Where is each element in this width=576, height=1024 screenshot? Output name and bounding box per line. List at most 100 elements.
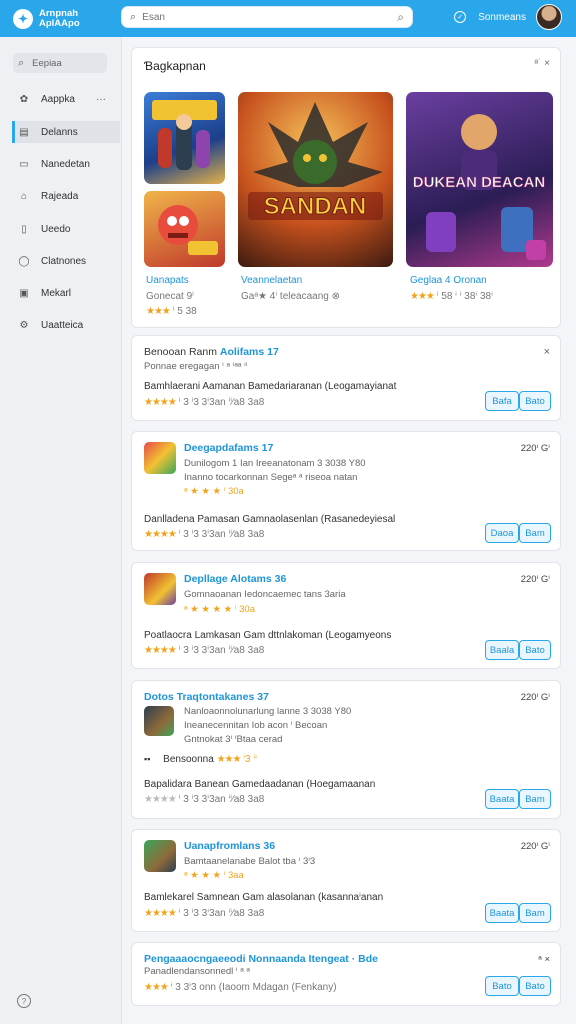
sidebar-item-delanns[interactable]: ▤ Delanns xyxy=(12,121,120,143)
notification-icon[interactable]: ✓ xyxy=(454,11,467,23)
card-body: Bamlekarel Samnean Gam alasolanan (kasan… xyxy=(144,892,384,903)
game-thumbnail[interactable] xyxy=(144,706,174,736)
card-line-2: ᵃ ★ ★ ★ ★ ⁱ 30a xyxy=(184,604,255,615)
action-button-1[interactable]: Baala xyxy=(485,640,519,660)
badge-icon: ⊗ xyxy=(331,291,341,302)
list-card[interactable]: Depllage Alotams 36 220ⁱ Gⁱ Gomnaoanan I… xyxy=(131,562,561,669)
action-button-1[interactable]: Baata xyxy=(485,903,519,923)
card-title: Benooan Ranm Aolifams 17 xyxy=(144,346,279,358)
tile-1-name[interactable]: Uanapats xyxy=(146,275,189,286)
list-card[interactable]: Pengaaaocngaeeodi Nonnaanda Itengeat · B… xyxy=(131,942,561,1006)
user-name[interactable]: Sonmeans xyxy=(478,12,526,23)
tile-1-sub: Gonecat 9ⁱ xyxy=(146,291,194,302)
avatar[interactable] xyxy=(536,4,562,30)
featured-controls[interactable]: ᵃ˙ × xyxy=(534,58,550,69)
brand[interactable]: ✦ Arnpnah AplAApo xyxy=(13,8,117,29)
game-thumbnail[interactable] xyxy=(144,840,176,872)
sidebar-search[interactable]: ⌕ Eepiaa xyxy=(13,53,107,73)
account-area: ✓ Sonmeans xyxy=(454,4,562,30)
card-date: 220ⁱ Gⁱ xyxy=(520,443,550,454)
action-button-2[interactable]: Bam xyxy=(519,523,551,543)
rating-stars: ★★★★ xyxy=(144,529,177,540)
rating-meta: ⁱ 3 ⁱ3 3ⁱ3an ⁱⁱ⁄a8 3a8 xyxy=(178,529,265,540)
action-button-1[interactable]: Daoa xyxy=(485,523,519,543)
sidebar-item-uaatteica[interactable]: ⚙ Uaatteica xyxy=(12,314,120,336)
action-button-1[interactable]: Bato xyxy=(485,976,519,996)
card-body: Bapalidara Banean Gamedaadanan (Hoegamaa… xyxy=(144,779,376,790)
game-tile-featured[interactable]: SANDAN xyxy=(238,92,393,267)
sidebar-item-nanedetan[interactable]: ▭ Nanedetan xyxy=(12,153,120,175)
action-button-2[interactable]: Bato xyxy=(519,391,551,411)
rating-meta: ⁱ 3 ⁱ3 3ⁱ3an ⁱⁱ⁄a8 3a8 xyxy=(178,397,265,408)
rating-stars: ★★★ xyxy=(144,982,169,993)
game-tile-small-1[interactable] xyxy=(144,92,225,184)
sidebar: ⌕ Eepiaa ✿ Aappka ··· ▤ Delanns ▭ Nanede… xyxy=(0,37,122,1024)
card-rating: ★★★★ ⁱ 3 ⁱ3 3ⁱ3an ⁱⁱ⁄a8 3a8 xyxy=(144,529,264,540)
tile-2-name[interactable]: Veannelaetan xyxy=(241,275,302,286)
app-store-logo-icon: ✦ xyxy=(13,8,33,29)
more-icon[interactable]: ··· xyxy=(96,94,106,105)
card-title-link[interactable]: Traqtontakanes 37 xyxy=(177,691,269,703)
card-line-1: Nanloaonnolunarlung lanne 3 3038 Y80 xyxy=(184,706,352,717)
sidebar-item-mekarl[interactable]: ▣ Mekarl xyxy=(12,282,120,304)
card-title: Pengaaaocngaeeodi Nonnaanda Itengeat · B… xyxy=(144,953,378,965)
rating-count: ⁱ 5 38 xyxy=(172,306,197,317)
card-title[interactable]: Depllage Alotams 36 xyxy=(184,573,286,585)
action-button-1[interactable]: Bafa xyxy=(485,391,519,411)
game-tile-3[interactable]: DUKEAN DEACAN xyxy=(406,92,553,267)
card-title[interactable]: Deegapdafams 17 xyxy=(184,442,273,454)
tablet-icon: ▯ xyxy=(21,223,27,235)
list-card[interactable]: Dotos Traqtontakanes 37 220ⁱ Gⁱ Nanloaon… xyxy=(131,680,561,819)
sidebar-item-label: Uaatteica xyxy=(41,319,84,331)
sidebar-item-label: Nanedetan xyxy=(41,158,90,170)
card-title-prefix: Dotos xyxy=(144,691,174,703)
game-thumbnail[interactable] xyxy=(144,573,176,605)
card-title-link[interactable]: Aolifams 17 xyxy=(220,346,279,358)
card-title-suffix: · Bde xyxy=(351,953,378,965)
sidebar-item-label: Rajeada xyxy=(41,190,79,202)
card-title-prefix: Benooan Ranm xyxy=(144,346,217,358)
game-tile-small-2[interactable] xyxy=(144,191,225,267)
sidebar-item-label: Clatnones xyxy=(41,255,87,267)
sidebar-item-rajeada[interactable]: ⌂ Rajeada xyxy=(12,185,120,207)
action-button-2[interactable]: Bam xyxy=(519,903,551,923)
action-button-2[interactable]: Bato xyxy=(519,976,551,996)
search-bar[interactable]: ⌕ ⌕ xyxy=(121,6,413,28)
game-logo-text: DUKEAN DEACAN xyxy=(413,174,546,191)
search-input[interactable] xyxy=(142,11,398,23)
tile-3-name[interactable]: Geglaa 4 Oronan xyxy=(410,275,487,286)
action-button-2[interactable]: Bato xyxy=(519,640,551,660)
game-thumbnail[interactable] xyxy=(144,442,176,474)
card-controls[interactable]: ᵃ × xyxy=(538,954,550,965)
search-icon: ⌕ xyxy=(130,10,137,23)
sidebar-item-apps[interactable]: ✿ Aappka ··· xyxy=(12,88,120,110)
card-body: Bamhlaerani Aamanan Bamedariaranan (Leog… xyxy=(144,381,397,392)
action-button-2[interactable]: Bam xyxy=(519,789,551,809)
list-icon: ▤ xyxy=(19,126,29,138)
rating-stars: ★★★ xyxy=(410,291,435,302)
featured-title: Ɓagkapnan xyxy=(144,59,206,73)
tile-2-sub-text: Gaᵃ★ 4ⁱ teleacaang xyxy=(241,291,329,302)
sidebar-item-label: Ueedo xyxy=(41,223,71,235)
card-line-3: ᵃ ★ ★ ★ ⁱ 30a xyxy=(184,486,244,497)
list-card[interactable]: Uanapfromlans 36 220ⁱ Gⁱ Bamtaanelanabe … xyxy=(131,829,561,932)
top-bar: ✦ Arnpnah AplAApo ⌕ ⌕ ✓ Sonmeans xyxy=(0,0,576,37)
card-title[interactable]: Uanapfromlans 36 xyxy=(184,840,275,852)
help-icon[interactable]: ? xyxy=(17,994,31,1008)
card-line-2: Ineanecennitan Iob acon ⁱ Becoan xyxy=(184,720,328,731)
gear-icon: ⚙ xyxy=(19,319,29,331)
list-card[interactable]: Deegapdafams 17 220ⁱ Gⁱ Dunilogom 1 Ian … xyxy=(131,431,561,551)
tile-2-sub: Gaᵃ★ 4ⁱ teleacaang ⊗ xyxy=(241,291,340,302)
card-title-link[interactable]: Pengaaaocngaeeodi Nonnaanda Itengeat xyxy=(144,953,349,965)
card-line-4-text: Bensoonna xyxy=(163,754,214,765)
action-button-1[interactable]: Baata xyxy=(485,789,519,809)
rating-stars: ★★★★ xyxy=(144,794,177,805)
globe-icon: ◯ xyxy=(18,255,30,267)
search-submit-icon[interactable]: ⌕ xyxy=(397,10,404,25)
close-icon[interactable]: × xyxy=(544,346,550,358)
sidebar-item-ueedo[interactable]: ▯ Ueedo xyxy=(12,218,120,240)
game-logo-text: SANDAN xyxy=(264,193,367,220)
list-card[interactable]: Benooan Ranm Aolifams 17 × Ponnae eregag… xyxy=(131,335,561,421)
rating-stars: ★★★ xyxy=(216,754,242,765)
sidebar-item-clatnones[interactable]: ◯ Clatnones xyxy=(12,250,120,272)
